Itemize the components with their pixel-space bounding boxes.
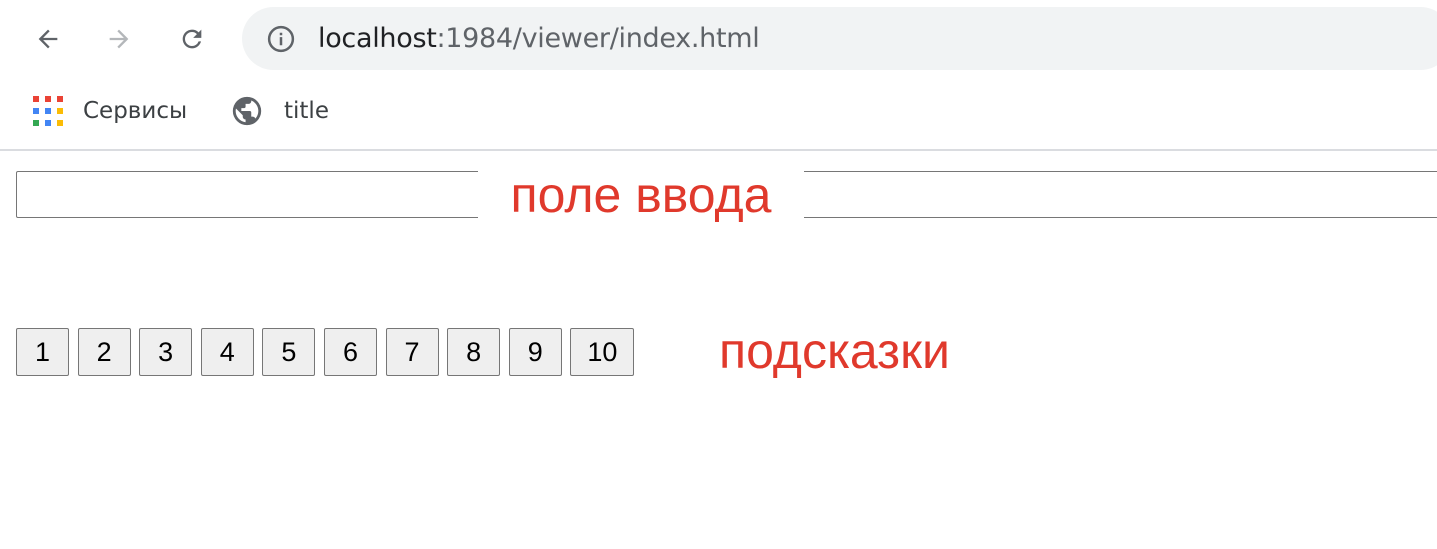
hint-button[interactable]: 9: [508, 328, 562, 376]
bookmark-title[interactable]: title: [230, 92, 329, 130]
back-button[interactable]: [27, 18, 69, 60]
url-host: localhost: [318, 23, 437, 54]
hint-button[interactable]: 1: [16, 328, 69, 376]
page-content: поле ввода 1 2 3 4 5 6 7 8 9 10 подсказки: [0, 153, 1437, 549]
bookmark-label: Сервисы: [83, 98, 188, 124]
reload-icon: [182, 29, 202, 49]
hint-button[interactable]: 8: [447, 328, 501, 376]
url-text[interactable]: localhost:1984/viewer/index.html: [318, 23, 760, 54]
bookmark-apps[interactable]: Сервисы: [33, 92, 187, 130]
hint-button[interactable]: 2: [77, 328, 131, 376]
annotation-input-label: поле ввода: [478, 169, 804, 220]
hint-button[interactable]: 6: [323, 328, 377, 376]
bookmarks-bar: Сервисы title: [0, 80, 1437, 151]
bookmark-label: title: [284, 98, 329, 124]
arrow-right-icon: [109, 29, 129, 49]
hint-button[interactable]: 4: [200, 328, 254, 376]
hint-button[interactable]: 5: [262, 328, 316, 376]
arrow-left-icon: [38, 29, 58, 49]
hint-button[interactable]: 7: [385, 328, 439, 376]
annotation-hints-label: подсказки: [719, 323, 950, 379]
forward-button[interactable]: [98, 18, 140, 60]
hint-button[interactable]: 10: [570, 328, 635, 376]
hint-button[interactable]: 3: [139, 328, 193, 376]
hints-row: 1 2 3 4 5 6 7 8 9 10: [16, 328, 643, 376]
reload-button[interactable]: [171, 18, 213, 60]
info-icon[interactable]: [264, 22, 298, 56]
browser-toolbar: localhost:1984/viewer/index.html: [0, 0, 1437, 80]
apps-grid-icon: [33, 96, 63, 126]
address-bar[interactable]: localhost:1984/viewer/index.html: [242, 7, 1437, 70]
url-path: :1984/viewer/index.html: [436, 23, 760, 54]
globe-icon: [230, 94, 264, 128]
